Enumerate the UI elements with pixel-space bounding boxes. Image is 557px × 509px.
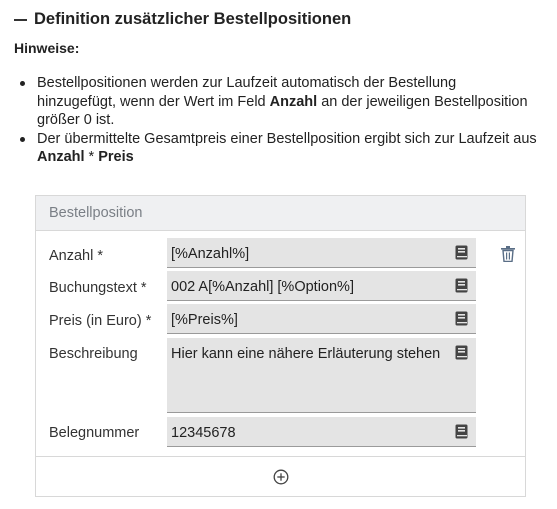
field-value: [%Preis%]	[171, 312, 238, 328]
book-icon[interactable]	[455, 278, 468, 293]
hint-item: Bestellpositionen werden zur Laufzeit au…	[18, 74, 538, 130]
order-position-panel: Bestellposition Anzahl * [%Anzahl%] Buch…	[35, 195, 526, 497]
book-icon[interactable]	[455, 245, 468, 260]
panel-header: Bestellposition	[36, 196, 525, 231]
section-header[interactable]: Definition zusätzlicher Bestellpositione…	[14, 10, 351, 29]
hint-bold: Preis	[98, 149, 134, 165]
hint-text: Der übermittelte Gesamtpreis einer Beste…	[37, 130, 537, 147]
hint-text: *	[84, 149, 99, 165]
field-value: 002 A[%Anzahl] [%Option%]	[171, 279, 354, 295]
label-buchungstext: Buchungstext *	[49, 280, 147, 296]
minus-dash-icon[interactable]	[14, 18, 27, 21]
hint-item: Der übermittelte Gesamtpreis einer Beste…	[18, 130, 538, 167]
panel-footer	[36, 456, 525, 497]
section-title: Definition zusätzlicher Bestellpositione…	[34, 10, 352, 28]
hint-bold: Anzahl	[269, 93, 318, 110]
label-beschreibung: Beschreibung	[49, 346, 138, 362]
trash-icon[interactable]	[501, 246, 515, 262]
label-preis: Preis (in Euro) *	[49, 313, 152, 329]
label-belegnummer: Belegnummer	[49, 425, 140, 441]
book-icon[interactable]	[455, 311, 468, 326]
book-icon[interactable]	[455, 345, 468, 360]
field-beschreibung[interactable]: Hier kann eine nähere Erläuterung stehen	[167, 338, 476, 413]
hints-title: Hinweise:	[14, 40, 80, 56]
hint-bold: Anzahl	[37, 149, 85, 165]
plus-circle-icon[interactable]	[273, 469, 289, 485]
field-value: 12345678	[171, 425, 236, 441]
field-value: Hier kann eine nähere Erläuterung stehen	[171, 346, 441, 362]
book-icon[interactable]	[455, 424, 468, 439]
field-preis[interactable]: [%Preis%]	[167, 304, 476, 334]
field-anzahl[interactable]: [%Anzahl%]	[167, 238, 476, 268]
label-anzahl: Anzahl *	[49, 248, 104, 264]
field-value: [%Anzahl%]	[171, 246, 250, 262]
hints-list: Bestellpositionen werden zur Laufzeit au…	[18, 74, 538, 167]
field-buchungstext[interactable]: 002 A[%Anzahl] [%Option%]	[167, 271, 476, 301]
field-belegnummer[interactable]: 12345678	[167, 417, 476, 447]
